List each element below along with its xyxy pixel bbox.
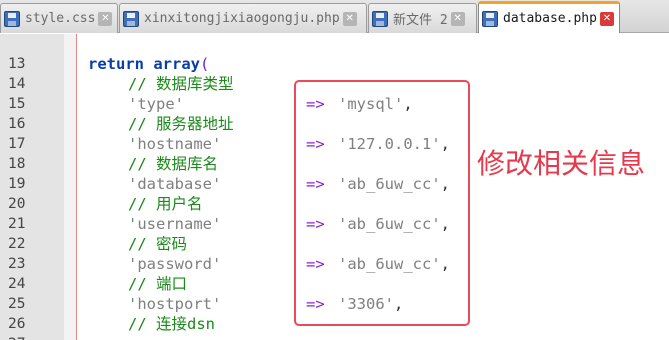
array-key: 'type'	[128, 95, 184, 113]
save-icon	[123, 10, 139, 27]
close-icon[interactable]: ✕	[342, 11, 357, 26]
tab-label: xinxitongjixiaogongju.php	[144, 11, 340, 26]
code-line[interactable]: 14 return array(	[0, 54, 669, 92]
open-paren: (	[199, 55, 210, 73]
save-icon	[482, 10, 498, 27]
tab-new-file-2[interactable]: 新文件 2 ✕	[368, 3, 477, 33]
close-icon[interactable]: ✕	[599, 11, 614, 26]
array-key: 'username'	[128, 215, 222, 233]
tab-label: database.php	[503, 11, 597, 26]
code-comment: // 数据库名	[128, 155, 218, 173]
close-icon[interactable]: ✕	[450, 11, 465, 26]
code-comment: // 数据库类型	[128, 75, 234, 93]
highlight-box	[294, 80, 470, 326]
tab-label: style.css	[25, 11, 96, 26]
save-icon	[372, 10, 388, 27]
line-number: 27	[8, 334, 38, 340]
close-icon[interactable]: ✕	[98, 11, 113, 26]
array-key: 'hostname'	[128, 135, 222, 153]
array-key: 'database'	[128, 175, 222, 193]
save-icon	[4, 10, 20, 27]
code-comment: // 连接dsn	[128, 315, 215, 333]
code-comment: // 端口	[128, 275, 187, 293]
annotation-text: 修改相关信息	[477, 147, 646, 180]
code-comment: // 用户名	[128, 195, 203, 213]
return-keyword: return array	[88, 55, 200, 73]
tab-label: 新文件 2	[393, 13, 448, 28]
array-key: 'password'	[128, 255, 222, 273]
tab-bar: style.css ✕ xinxitongjixiaogongju.php ✕ …	[0, 0, 669, 33]
array-key: 'hostport'	[128, 295, 222, 313]
code-comment: // 服务器地址	[128, 115, 234, 133]
code-line[interactable]: 13	[0, 34, 669, 72]
tab-database-php[interactable]: database.php ✕	[478, 1, 620, 33]
code-comment: // 密码	[128, 235, 187, 253]
tab-xinxitongjixiaogongju-php[interactable]: xinxitongjixiaogongju.php ✕	[119, 3, 367, 33]
tab-style-css[interactable]: style.css ✕	[0, 3, 118, 33]
